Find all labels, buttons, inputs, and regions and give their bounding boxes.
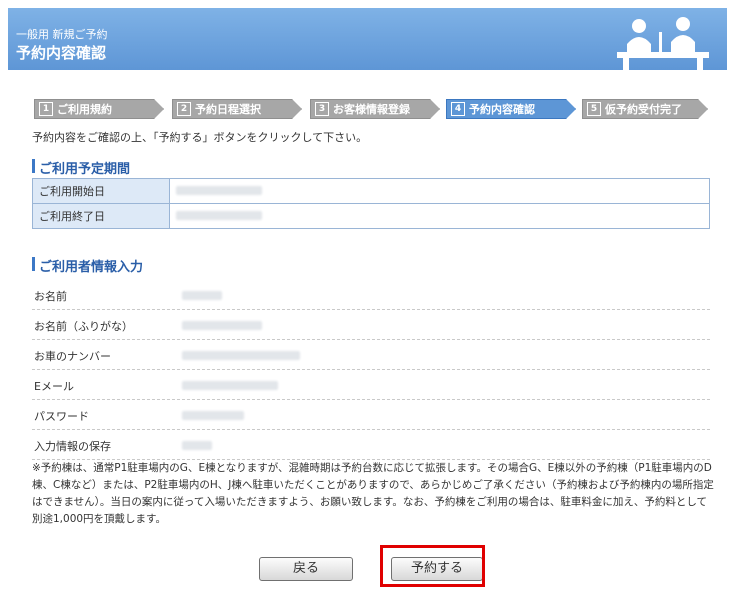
masked-value — [182, 320, 262, 333]
step-number: 4 — [451, 102, 465, 116]
masked-value — [182, 440, 212, 453]
step-5: 5 仮予約受付完了 — [582, 99, 708, 119]
save-info-label: 入力情報の保存 — [34, 440, 111, 453]
step-4-current: 4 予約内容確認 — [446, 99, 576, 119]
reservation-notice: ※予約棟は、通常P1駐車場内のG、E棟となりますが、混雑時期は予約台数に応じて拡… — [32, 462, 714, 525]
step-label: 予約日程選択 — [195, 103, 261, 116]
start-date-label: ご利用開始日 — [32, 178, 170, 204]
step-label: 仮予約受付完了 — [605, 103, 682, 116]
header-subtitle: 一般用 新規ご予約 — [16, 28, 108, 41]
page-header: 一般用 新規ご予約 予約内容確認 — [8, 8, 727, 70]
step-label: お客様情報登録 — [333, 103, 410, 116]
furigana-label: お名前（ふりがな） — [34, 320, 133, 333]
masked-value — [182, 380, 278, 393]
user-section-title: ご利用者情報入力 — [32, 256, 143, 275]
list-item: パスワード — [32, 400, 710, 430]
step-label: 予約内容確認 — [469, 103, 535, 116]
period-table: ご利用開始日 ご利用終了日 — [32, 178, 710, 229]
start-date-value — [169, 178, 710, 204]
highlight-box — [380, 545, 485, 587]
masked-value — [176, 185, 262, 195]
list-item: Eメール — [32, 370, 710, 400]
step-2: 2 予約日程選択 — [172, 99, 302, 119]
list-item: お名前 — [32, 280, 710, 310]
end-date-label: ご利用終了日 — [32, 203, 170, 229]
masked-value — [182, 350, 300, 363]
period-section-title: ご利用予定期間 — [32, 158, 130, 177]
masked-value — [182, 410, 244, 423]
car-number-label: お車のナンバー — [34, 350, 111, 363]
list-item: 入力情報の保存 — [32, 430, 710, 460]
step-3: 3 お客様情報登録 — [310, 99, 440, 119]
step-1: 1 ご利用規約 — [34, 99, 164, 119]
masked-value — [176, 210, 262, 220]
user-info-list: お名前 お名前（ふりがな） お車のナンバー Eメール パスワード 入力情報の保存 — [32, 280, 710, 460]
list-item: お車のナンバー — [32, 340, 710, 370]
back-button[interactable]: 戻る — [259, 557, 353, 581]
instruction-text: 予約内容をご確認の上、「予約する」ボタンをクリックして下さい。 — [32, 131, 368, 144]
reception-illustration-icon — [617, 17, 709, 70]
list-item: お名前（ふりがな） — [32, 310, 710, 340]
step-number: 1 — [39, 102, 53, 116]
email-label: Eメール — [34, 380, 74, 393]
page-title: 予約内容確認 — [16, 44, 107, 62]
step-number: 2 — [177, 102, 191, 116]
name-label: お名前 — [34, 290, 67, 303]
step-number: 3 — [315, 102, 329, 116]
masked-value — [182, 290, 222, 303]
table-row: ご利用終了日 — [32, 203, 710, 229]
step-label: ご利用規約 — [57, 103, 112, 116]
step-number: 5 — [587, 102, 601, 116]
end-date-value — [169, 203, 710, 229]
password-label: パスワード — [34, 410, 89, 423]
table-row: ご利用開始日 — [32, 178, 710, 204]
